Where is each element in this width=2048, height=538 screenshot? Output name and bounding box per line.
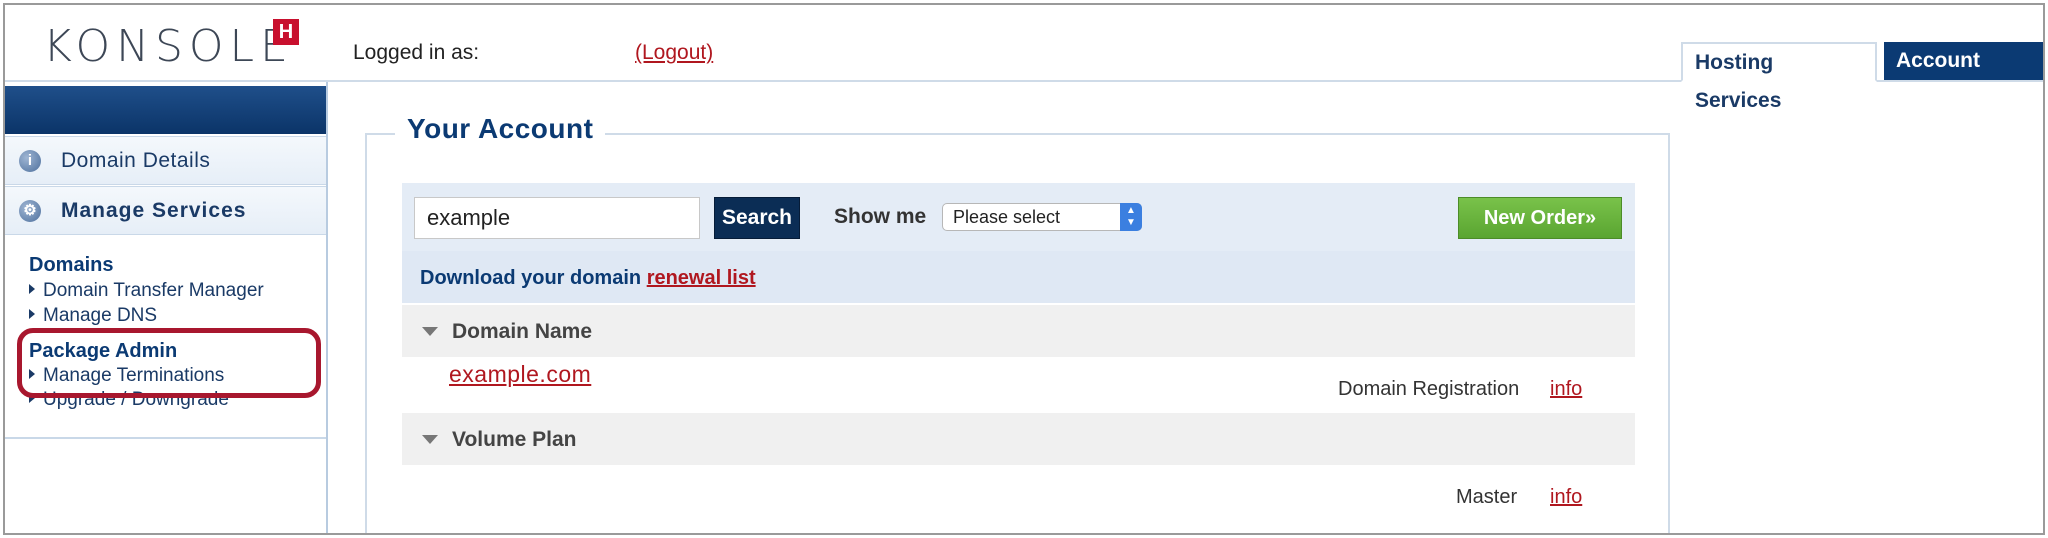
- sidebar-link-manage-dns[interactable]: Manage DNS: [29, 305, 157, 327]
- section-volume-plan[interactable]: Volume Plan: [402, 413, 1635, 465]
- caret-down-icon: [422, 327, 438, 336]
- arrow-right-icon: [29, 283, 35, 294]
- renewal-list-link[interactable]: renewal list: [647, 267, 756, 289]
- caret-down-icon: [422, 435, 438, 444]
- search-toolbar: Search Show me Please select ▲▼ New Orde…: [402, 183, 1635, 251]
- arrow-right-icon: [29, 368, 35, 379]
- gear-icon: ⚙: [19, 200, 41, 222]
- tab-hosting-services[interactable]: Hosting Services: [1681, 42, 1877, 112]
- service-type: Domain Registration: [1338, 378, 1520, 400]
- info-link[interactable]: info: [1550, 486, 1582, 509]
- logo-badge-icon: H: [273, 19, 299, 45]
- sidebar-item-label: Manage Services: [61, 199, 247, 222]
- sidebar-item-label: Domain Details: [61, 149, 211, 172]
- section-title: Volume Plan: [452, 428, 577, 451]
- sidebar-link-domain-transfer-manager[interactable]: Domain Transfer Manager: [29, 280, 264, 302]
- konsole-logo: KONSOLE: [43, 21, 294, 72]
- highlight-annotation: [17, 328, 321, 398]
- search-input[interactable]: [414, 197, 700, 239]
- info-icon: i: [19, 150, 41, 172]
- sidebar-link-manage-terminations[interactable]: Manage Terminations: [29, 365, 224, 387]
- sidebar-header-bar: [5, 86, 326, 134]
- sidebar-divider: [5, 437, 326, 439]
- sidebar-item-manage-services[interactable]: ⚙ Manage Services: [5, 186, 326, 235]
- sidebar-group-package-admin: Package Admin: [29, 340, 178, 362]
- logout-link[interactable]: (Logout): [635, 41, 713, 65]
- arrow-right-icon: [29, 392, 35, 403]
- arrow-right-icon: [29, 308, 35, 319]
- section-domain-name[interactable]: Domain Name: [402, 305, 1635, 357]
- logged-in-label: Logged in as:: [353, 41, 480, 64]
- search-button[interactable]: Search: [714, 197, 800, 239]
- info-link[interactable]: info: [1550, 378, 1582, 401]
- select-value: Please select: [953, 207, 1061, 227]
- show-me-label: Show me: [834, 205, 927, 228]
- page-title: Your Account: [395, 113, 606, 145]
- new-order-button[interactable]: New Order»: [1458, 197, 1622, 239]
- sidebar-group-domains: Domains: [29, 254, 114, 276]
- sidebar: i Domain Details ⚙ Manage Services Domai…: [5, 82, 328, 533]
- show-me-select[interactable]: Please select ▲ ▼: [942, 203, 1142, 231]
- domain-link[interactable]: example.com: [449, 361, 591, 388]
- tab-account-admin[interactable]: Account Admin: [1884, 42, 2043, 110]
- service-type: Master: [1456, 486, 1518, 508]
- select-arrows-icon: ▲ ▼: [1120, 203, 1142, 231]
- sidebar-item-domain-details[interactable]: i Domain Details: [5, 136, 326, 185]
- download-bar: Download your domain renewal list: [402, 251, 1635, 303]
- sidebar-link-upgrade-downgrade[interactable]: Upgrade / Downgrade: [29, 389, 229, 411]
- app-window: KONSOLE H Logged in as: (Logout) Account…: [3, 3, 2045, 535]
- download-text: Download your domain renewal list: [420, 267, 756, 289]
- section-title: Domain Name: [452, 320, 593, 343]
